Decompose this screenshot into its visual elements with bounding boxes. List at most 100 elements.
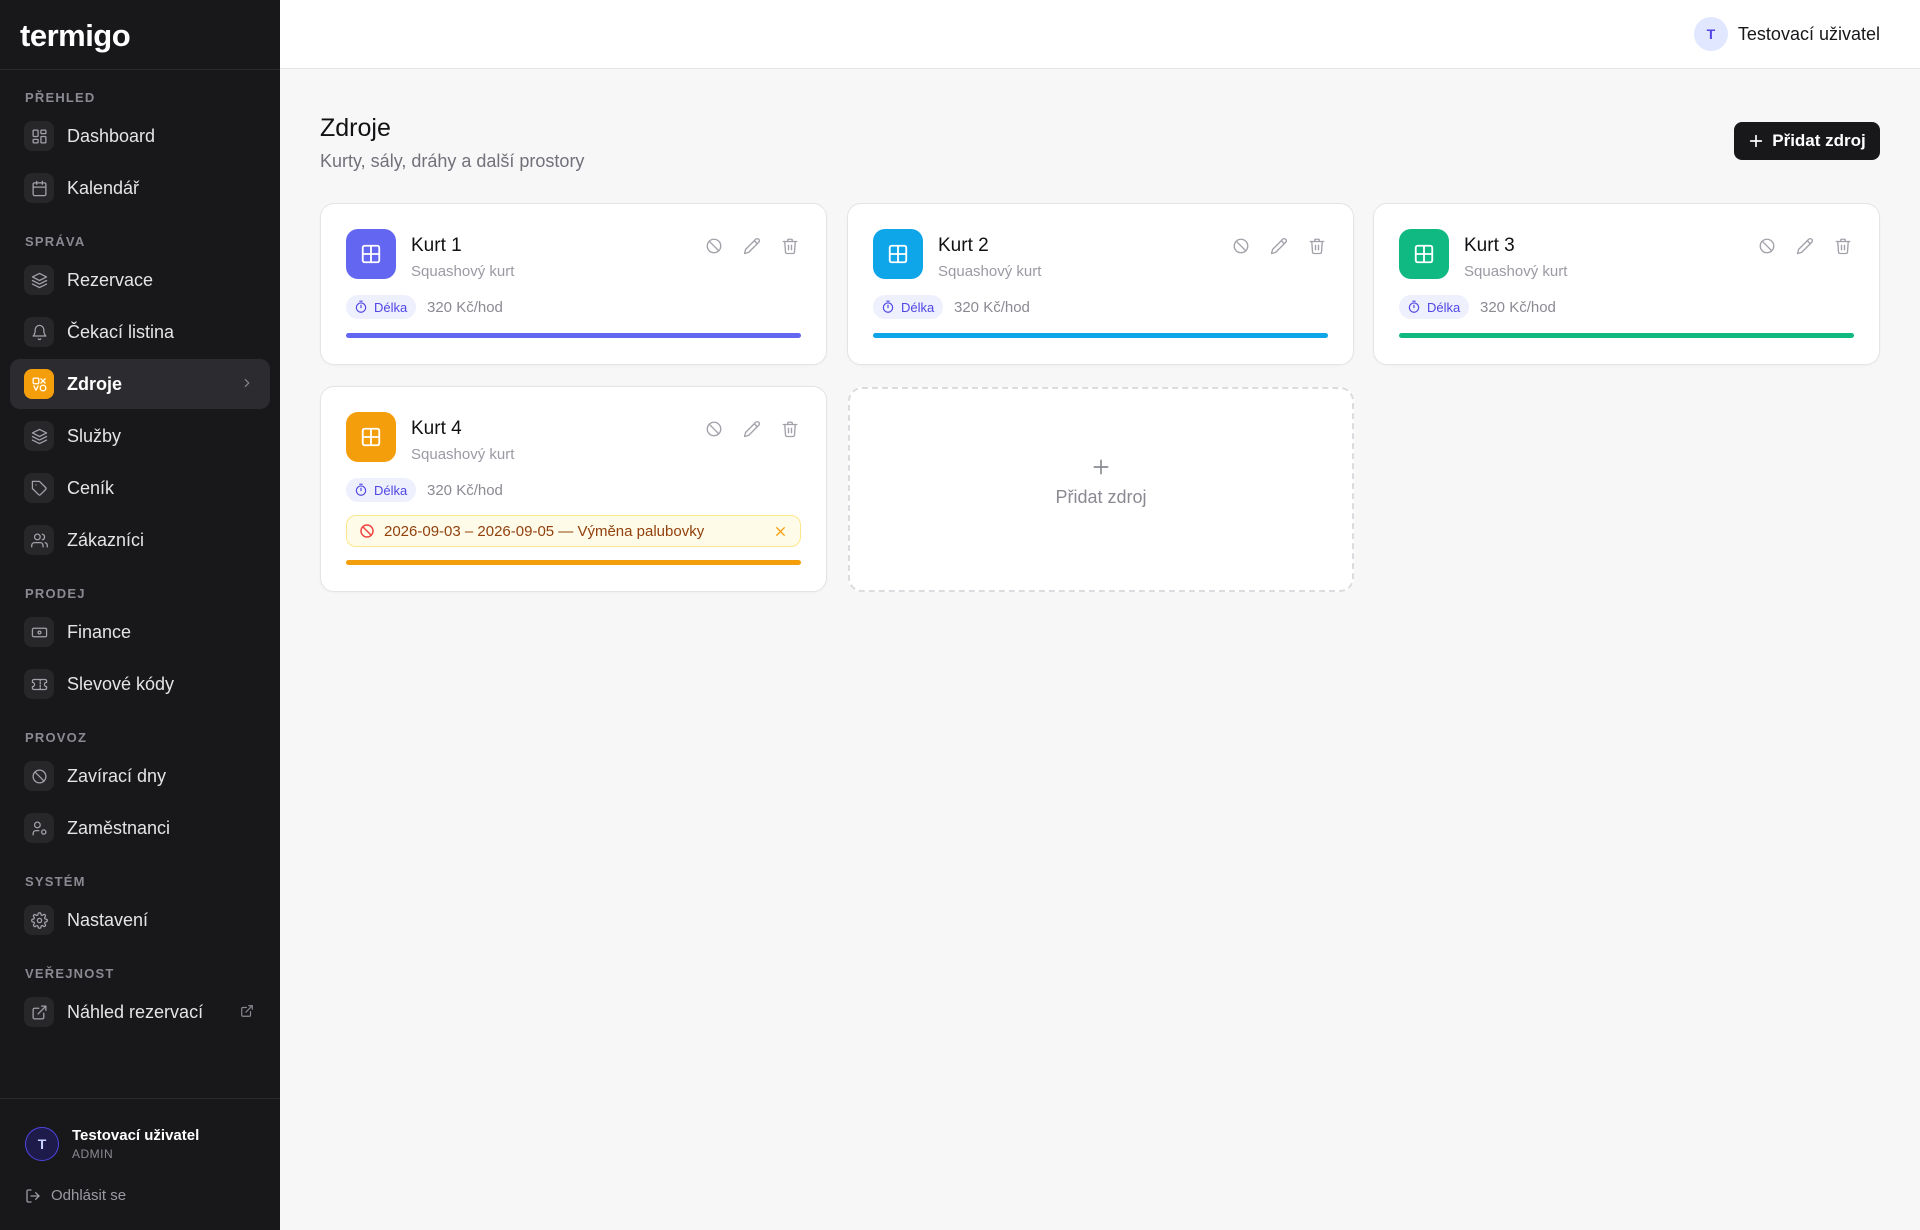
sidebar-item-sluzby[interactable]: Služby [10, 411, 270, 461]
resource-price: 320 Kč/hod [954, 299, 1030, 316]
users-icon [24, 525, 54, 555]
sidebar-item-label: Náhled rezervací [67, 1001, 204, 1022]
duration-badge-label: Délka [901, 299, 935, 315]
sidebar-item-slevove-kody[interactable]: Slevové kódy [10, 659, 270, 709]
add-resource-label: Přidat zdroj [1772, 131, 1866, 150]
edit-icon[interactable] [741, 235, 762, 256]
duration-badge-label: Délka [374, 482, 408, 498]
block-icon[interactable] [703, 418, 724, 439]
sidebar-item-zamestnanci[interactable]: Zaměstnanci [10, 803, 270, 853]
sidebar-item-label: Služby [67, 425, 122, 446]
resource-price: 320 Kč/hod [1480, 299, 1556, 316]
delete-icon[interactable] [1832, 235, 1853, 256]
resource-price: 320 Kč/hod [427, 299, 503, 316]
resource-type: Squashový kurt [411, 446, 515, 463]
block-icon[interactable] [703, 235, 724, 256]
bell-icon [24, 317, 54, 347]
resource-type: Squashový kurt [1464, 263, 1568, 280]
page-title: Zdroje [320, 114, 391, 142]
duration-badge-label: Délka [1427, 299, 1461, 315]
card-actions [703, 235, 800, 256]
layers-icon [24, 421, 54, 451]
page-subtitle: Kurty, sály, dráhy a další prostory [320, 151, 585, 171]
resource-card[interactable]: Kurt 1 Squashový kurt Délka 320 Kč/hod [320, 203, 827, 365]
sidebar-section-label: PROVOZ [25, 730, 88, 745]
grid-icon [346, 229, 396, 279]
ban-icon [359, 523, 375, 539]
add-resource-button[interactable]: Přidat zdroj [1734, 122, 1880, 160]
sidebar-item-label: Ceník [67, 477, 115, 498]
resource-card[interactable]: Kurt 2 Squashový kurt Délka 320 Kč/hod [847, 203, 1354, 365]
sidebar-item-label: Kalendář [67, 177, 140, 198]
banknote-icon [24, 617, 54, 647]
block-icon[interactable] [1230, 235, 1251, 256]
topbar: T Testovací uživatel [280, 0, 1920, 69]
sidebar-item-label: Nastavení [67, 909, 149, 930]
resource-name: Kurt 1 [411, 235, 462, 256]
sidebar-item-label: Rezervace [67, 269, 154, 290]
duration-badge: Délka [346, 478, 417, 502]
sidebar-section-label: PRODEJ [25, 586, 86, 601]
grid-icon [873, 229, 923, 279]
sidebar-item-cenik[interactable]: Ceník [10, 463, 270, 513]
sidebar-item-kalendar[interactable]: Kalendář [10, 163, 270, 213]
sidebar-item-cekaci-listina[interactable]: Čekací listina [10, 307, 270, 357]
sidebar-item-dashboard[interactable]: Dashboard [10, 111, 270, 161]
color-bar [1399, 333, 1854, 338]
plus-icon [850, 457, 1352, 477]
sidebar-item-nahled-rezervaci[interactable]: Náhled rezervací [10, 987, 270, 1037]
logout-button[interactable]: Odhlásit se [25, 1187, 126, 1204]
sidebar-nav: PŘEHLED Dashboard Kalendář SPRÁVA Rezervace Č… [0, 69, 280, 1039]
timer-icon [354, 483, 368, 497]
closure-notice: 2026-09-03 – 2026-09-05 — Výměna palubov… [346, 515, 801, 547]
footer-user-role: ADMIN [72, 1147, 114, 1161]
duration-badge: Délka [873, 295, 944, 319]
resource-type: Squashový kurt [411, 263, 515, 280]
sidebar-item-label: Zdroje [67, 373, 123, 394]
delete-icon[interactable] [779, 235, 800, 256]
timer-icon [354, 300, 368, 314]
sidebar-section-label: SYSTÉM [25, 874, 86, 889]
ticket-icon [24, 669, 54, 699]
user-cog-icon [24, 813, 54, 843]
card-actions [1230, 235, 1327, 256]
edit-icon[interactable] [1794, 235, 1815, 256]
delete-icon[interactable] [779, 418, 800, 439]
sidebar-item-label: Dashboard [67, 125, 156, 146]
external-link-icon [24, 997, 54, 1027]
color-bar [346, 333, 801, 338]
resource-card[interactable]: Kurt 4 Squashový kurt Délka 320 Kč/hod 2… [320, 386, 827, 592]
duration-badge: Délka [1399, 295, 1470, 319]
sidebar-item-nastaveni[interactable]: Nastavení [10, 895, 270, 945]
sidebar-item-finance[interactable]: Finance [10, 607, 270, 657]
add-resource-card[interactable]: Přidat zdroj [848, 387, 1354, 592]
user-menu[interactable]: T Testovací uživatel [1693, 17, 1880, 51]
sidebar-item-zakaznici[interactable]: Zákazníci [10, 515, 270, 565]
close-icon[interactable] [772, 523, 788, 539]
resource-name: Kurt 3 [1464, 235, 1515, 256]
layers-icon [24, 265, 54, 295]
app-logo[interactable]: termigo [20, 18, 131, 54]
sidebar-item-zdroje[interactable]: Zdroje [10, 359, 270, 409]
edit-icon[interactable] [1268, 235, 1289, 256]
resource-card[interactable]: Kurt 3 Squashový kurt Délka 320 Kč/hod [1373, 203, 1880, 365]
timer-icon [1407, 300, 1421, 314]
color-bar [873, 333, 1328, 338]
sidebar-item-rezervace[interactable]: Rezervace [10, 255, 270, 305]
avatar: T [1693, 17, 1728, 51]
dashboard-icon [24, 121, 54, 151]
topbar-user-name: Testovací uživatel [1737, 23, 1880, 44]
block-icon[interactable] [1756, 235, 1777, 256]
closure-text: 2026-09-03 – 2026-09-05 — Výměna palubov… [384, 522, 705, 540]
duration-badge-label: Délka [374, 299, 408, 315]
edit-icon[interactable] [741, 418, 762, 439]
logout-icon [25, 1188, 41, 1204]
add-resource-card-label: Přidat zdroj [1055, 487, 1147, 507]
sidebar-item-zaviraci-dny[interactable]: Zavírací dny [10, 751, 270, 801]
tag-icon [24, 473, 54, 503]
sidebar-section-label: VEŘEJNOST [25, 966, 115, 981]
resource-name: Kurt 2 [938, 235, 989, 256]
timer-icon [881, 300, 895, 314]
delete-icon[interactable] [1306, 235, 1327, 256]
resources-icon [24, 369, 54, 399]
